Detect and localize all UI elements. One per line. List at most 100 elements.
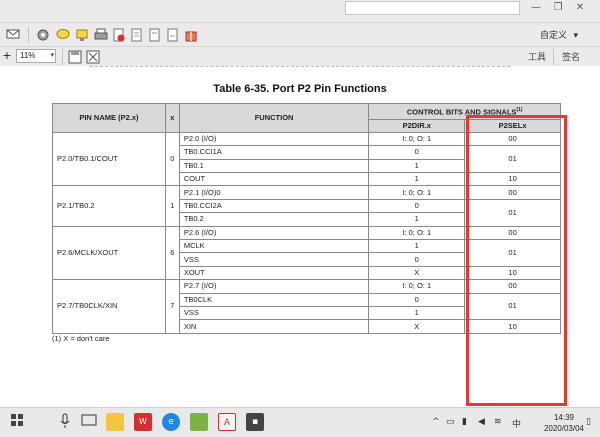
document-icon[interactable] <box>130 28 144 42</box>
browser-icon[interactable]: e <box>162 413 180 431</box>
pin-name-cell: P2.0/TB0.1/COUT <box>52 131 166 187</box>
function-cell: VSS <box>178 252 370 267</box>
function-cell: TB0.CCI2A <box>178 198 370 214</box>
stamp-icon[interactable] <box>75 28 89 42</box>
page-header-rule <box>90 66 510 69</box>
function-cell: P2.1 (I/O)0 <box>178 185 370 200</box>
function-cell: TB0.CCI1A <box>178 145 370 160</box>
battery-icon[interactable]: ▮ <box>462 417 467 427</box>
app-icon[interactable] <box>190 413 208 431</box>
chevron-down-icon: ▾ <box>573 30 579 40</box>
table-footnote: (1) X = don't care <box>52 334 110 343</box>
pdf-reader-icon[interactable]: A <box>218 413 236 431</box>
zoom-select[interactable]: 11% ▾ <box>16 49 56 63</box>
save-icon[interactable] <box>68 50 82 64</box>
notification-icon[interactable]: ▯ <box>586 417 591 427</box>
fit-page-icon[interactable] <box>86 50 100 64</box>
zoom-in-icon[interactable]: + <box>0 49 14 63</box>
terminal-icon[interactable]: ▪ <box>246 413 264 431</box>
pin-x-cell: 1 <box>164 185 180 227</box>
pin-x-cell: 6 <box>164 225 180 281</box>
document-icon[interactable] <box>148 28 162 42</box>
pin-name-cell: P2.6/MCLK/XOUT <box>52 225 166 281</box>
ime-indicator[interactable]: 中 <box>512 417 521 430</box>
customize-label: 自定义 <box>540 30 568 40</box>
task-view-icon[interactable] <box>80 413 98 431</box>
function-cell: P2.0 (I/O) <box>178 131 370 147</box>
close-button[interactable]: ✕ <box>569 0 591 16</box>
function-cell: TB0.1 <box>178 158 370 174</box>
pin-x-cell: 7 <box>164 279 180 334</box>
start-icon[interactable] <box>8 413 26 431</box>
customize-menu[interactable]: 自定义 ▾ <box>540 28 578 41</box>
p2dir-cell: I: 0; O: 1 <box>368 279 466 294</box>
p2sel-highlight-box <box>466 115 567 406</box>
tab-tools[interactable]: 工具 <box>528 50 546 63</box>
toolbar-row-2: + 11% ▾ 工具 签名 <box>0 46 600 66</box>
gear-icon[interactable] <box>36 28 50 42</box>
toolbar-divider <box>62 49 63 65</box>
function-cell: MCLK <box>178 239 370 254</box>
p2dir-cell: 1 <box>368 158 466 174</box>
toolbar-divider <box>553 49 554 65</box>
system-clock[interactable]: 14:39 2020/03/04 <box>544 412 584 434</box>
delete-icon[interactable] <box>112 28 126 42</box>
wifi-icon[interactable]: ≋ <box>494 417 502 427</box>
header-footnote-mark: (1) <box>516 107 523 113</box>
p2dir-cell: 1 <box>368 212 466 227</box>
pin-name-cell: P2.7/TB0CLK/XIN <box>52 279 166 334</box>
document-icon[interactable] <box>166 28 180 42</box>
p2dir-cell: I: 0; O: 1 <box>368 131 466 147</box>
clock-date: 2020/03/04 <box>543 424 584 433</box>
p2dir-cell: 0 <box>368 145 466 160</box>
table-title: Table 6-35. Port P2 Pin Functions <box>213 83 387 95</box>
p2dir-cell: I: 0; O: 1 <box>368 225 466 241</box>
function-cell: P2.7 (I/O) <box>178 279 370 294</box>
function-cell: P2.6 (I/O) <box>178 225 370 241</box>
wps-icon[interactable]: W <box>134 413 152 431</box>
document-page: Table 6-35. Port P2 Pin Functions PIN NA… <box>0 66 600 407</box>
function-cell: TB0.2 <box>178 212 370 227</box>
toolbar-divider <box>28 27 29 43</box>
volume-icon[interactable]: ◀ <box>478 417 485 427</box>
p2dir-cell: X <box>368 265 466 281</box>
app-toolbar: — ❐ ✕ 自定义 ▾ + 11% ▾ 工具 签名 <box>0 0 600 70</box>
clock-time: 14:39 <box>553 413 574 422</box>
search-input[interactable] <box>345 1 520 15</box>
tray-overflow-icon[interactable]: ^ <box>432 417 440 427</box>
header-pin-name: PIN NAME (P2.x) <box>52 103 166 133</box>
network-icon[interactable]: ▭ <box>446 417 455 427</box>
chevron-down-icon: ▾ <box>50 52 54 59</box>
function-cell: TB0CLK <box>178 292 370 307</box>
header-p2dir: P2DIR.x <box>368 118 466 133</box>
mail-icon[interactable] <box>6 28 20 42</box>
p2dir-cell: 1 <box>368 305 466 321</box>
pin-name-cell: P2.1/TB0.2 <box>52 185 166 227</box>
header-function: FUNCTION <box>178 103 370 133</box>
function-cell: VSS <box>178 305 370 321</box>
taskbar: W e A ▪ ^ ▭ ▮ ◀ ≋ 中 14:39 2020/03/04 ▯ <box>0 407 600 437</box>
zoom-value: 11% <box>20 51 36 60</box>
p2dir-cell: 0 <box>368 252 466 267</box>
print-icon[interactable] <box>94 28 108 42</box>
tab-sign[interactable]: 签名 <box>562 50 580 63</box>
p2dir-cell: 0 <box>368 292 466 307</box>
function-cell: XOUT <box>178 265 370 281</box>
p2dir-cell: 0 <box>368 198 466 214</box>
file-explorer-icon[interactable] <box>106 413 124 431</box>
maximize-button[interactable]: ❐ <box>547 0 569 16</box>
p2dir-cell: X <box>368 319 466 334</box>
pin-x-cell: 0 <box>164 131 180 187</box>
microphone-icon[interactable] <box>56 413 74 431</box>
window-controls: — ❐ ✕ <box>525 0 591 18</box>
p2dir-cell: I: 0; O: 1 <box>368 185 466 200</box>
minimize-button[interactable]: — <box>525 0 547 16</box>
gift-icon[interactable] <box>184 28 198 42</box>
function-cell: XIN <box>178 319 370 334</box>
p2dir-cell: 1 <box>368 239 466 254</box>
function-cell: COUT <box>178 172 370 187</box>
p2dir-cell: 1 <box>368 172 466 187</box>
header-x: x <box>164 103 180 133</box>
comment-icon[interactable] <box>56 28 70 42</box>
toolbar-row-1: 自定义 ▾ <box>0 22 600 46</box>
